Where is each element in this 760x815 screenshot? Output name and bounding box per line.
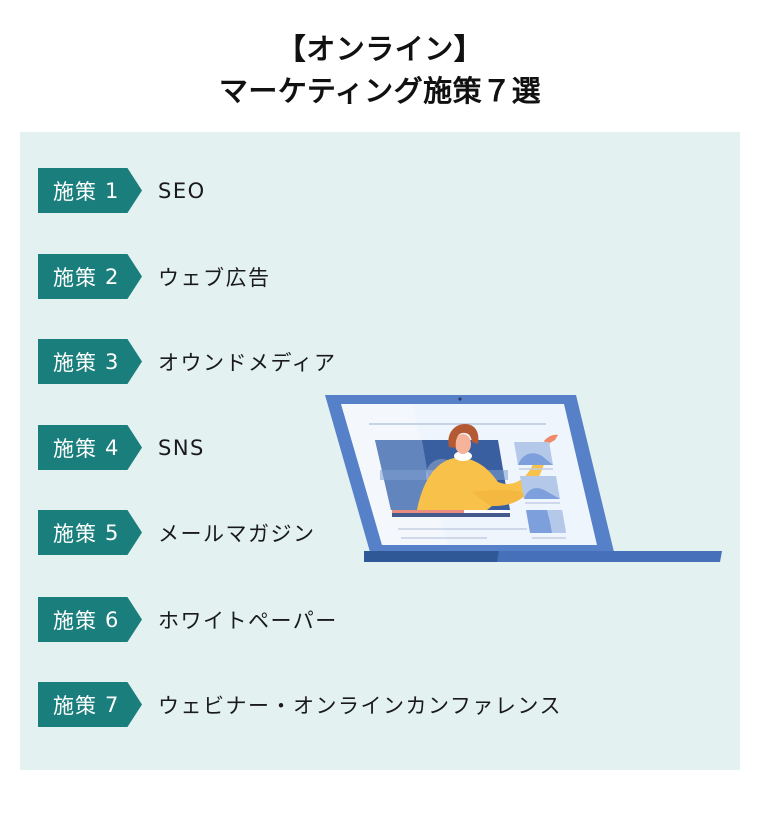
laptop-webinar-icon	[325, 395, 722, 562]
measure-item-5: 施策 5 メールマガジン	[38, 510, 316, 555]
measure-item-7: 施策 7 ウェビナー・オンラインカンファレンス	[38, 682, 562, 727]
laptop-camera	[458, 397, 462, 401]
measure-item-1: 施策 1 SEO	[38, 168, 206, 213]
badge-prefix: 施策	[53, 608, 97, 633]
measure-badge: 施策 6	[38, 597, 142, 642]
badge-number: 3	[105, 349, 120, 374]
measure-badge: 施策 7	[38, 682, 142, 727]
badge-prefix: 施策	[53, 179, 97, 204]
title-line-2: マーケティング施策７選	[218, 74, 542, 108]
measure-item-3: 施策 3 オウンドメディア	[38, 339, 337, 384]
badge-number: 2	[105, 264, 120, 289]
badge-prefix: 施策	[53, 350, 97, 375]
measure-badge: 施策 3	[38, 339, 142, 384]
measure-badge: 施策 5	[38, 510, 142, 555]
badge-number: 7	[105, 692, 120, 717]
badge-prefix: 施策	[53, 521, 97, 546]
measure-label: ウェブ広告	[158, 265, 271, 290]
measure-badge: 施策 2	[38, 254, 142, 299]
video-progress-fill	[392, 510, 464, 513]
badge-prefix: 施策	[53, 693, 97, 718]
measure-label: SNS	[158, 435, 205, 460]
measure-label: オウンドメディア	[158, 350, 337, 375]
measure-item-6: 施策 6 ホワイトペーパー	[38, 597, 338, 642]
measure-label: SEO	[158, 178, 206, 203]
badge-prefix: 施策	[53, 265, 97, 290]
badge-number: 5	[105, 520, 120, 545]
badge-number: 4	[105, 435, 120, 460]
title-line-1: 【オンライン】	[276, 32, 484, 66]
laptop-base-front	[364, 551, 499, 562]
presenter-face	[455, 434, 471, 454]
badge-prefix: 施策	[53, 436, 97, 461]
measure-badge: 施策 4	[38, 425, 142, 470]
measure-label: ホワイトペーパー	[158, 608, 338, 633]
badge-number: 6	[105, 607, 120, 632]
measure-item-4: 施策 4 SNS	[38, 425, 205, 470]
page-title: 【オンライン】 マーケティング施策７選	[0, 28, 760, 112]
measure-badge: 施策 1	[38, 168, 142, 213]
measure-label: メールマガジン	[158, 521, 316, 546]
measure-label: ウェビナー・オンラインカンファレンス	[158, 693, 562, 718]
measure-item-2: 施策 2 ウェブ広告	[38, 254, 271, 299]
badge-number: 1	[105, 178, 120, 203]
